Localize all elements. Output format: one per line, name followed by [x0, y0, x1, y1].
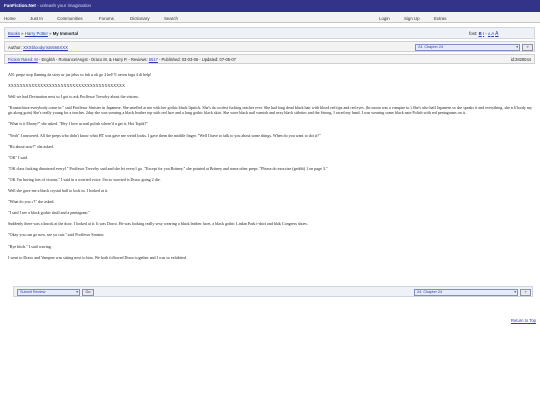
story-paragraph: "Bye bitch." I said waving. [8, 243, 52, 249]
meta-dates: - Published: 03-03-06 - Updated: 07-05-0… [157, 57, 236, 62]
menu-search[interactable]: Search [164, 16, 178, 21]
review-select[interactable]: Submit Review ▾ [17, 288, 80, 296]
story-meta: Fiction Rated: M - English - Romance/Ang… [8, 57, 236, 62]
breadcrumb: Books » Harry Potter » My Immortal [8, 31, 78, 36]
review-go-button[interactable]: Go [82, 288, 94, 296]
story-id: id:2828044 [510, 57, 531, 62]
chevron-down-icon: ▾ [76, 289, 78, 294]
story-paragraph: "OK I'm having lots of visions." I said … [8, 176, 161, 182]
chevron-down-icon: ▾ [516, 44, 518, 49]
site-header: FanFiction.Net - unleash your imaginatio… [0, 0, 540, 12]
breadcrumb-harry-potter[interactable]: Harry Potter [25, 31, 48, 36]
story-meta-bar: Fiction Rated: M - English - Romance/Ang… [4, 54, 535, 64]
menu-sign-up[interactable]: Sign Up [404, 16, 420, 21]
story-paragraph: I went to Draco and Vampire was sitting … [8, 254, 187, 260]
font-label: font: [469, 31, 478, 36]
story-paragraph: "Yeah" I answered. All the preps who did… [8, 132, 321, 138]
story-paragraph: "What do you c?" she asked. [8, 199, 55, 205]
menu-forums[interactable]: Forums [99, 16, 114, 21]
breadcrumb-bar: Books » Harry Potter » My Immortal font:… [4, 27, 535, 39]
story-paragraph: "Ho about now?" she asked. [8, 143, 54, 149]
story-paragraph: Well we had Devination next so I got to … [8, 94, 139, 100]
breadcrumb-separator: » [49, 31, 52, 36]
font-size-medium[interactable]: A [491, 31, 494, 36]
author-link[interactable]: XXXbloodyrists666XXX [23, 45, 68, 50]
story-paragraph: "What is it Ebony?" she asked. "Hey I lo… [8, 121, 148, 127]
story-paragraph: XXXXXXXXXXXXXXXXXXXXXXXXXXXXXXXXXXXXXXXX [8, 83, 125, 89]
story-paragraph: "OK" I said. [8, 154, 29, 160]
chapter-select-top[interactable]: 24. Chapter 24 ▾ [415, 43, 520, 51]
story-paragraph: "Okay you can go now, see ya cutr." said… [8, 232, 105, 238]
menu-communities[interactable]: Communities [57, 16, 83, 21]
return-to-top-link[interactable]: Return to Top [511, 318, 536, 323]
font-controls: font: B I - A A A [469, 31, 499, 37]
bottom-nav-bar: Submit Review ▾ Go 24. Chapter 24 ▾ » [13, 286, 533, 297]
author-bar: Author: XXXbloodyrists666XXX 24. Chapter… [4, 41, 535, 52]
chapter-next-button[interactable]: » [522, 43, 533, 51]
font-size-small[interactable]: A [488, 32, 490, 36]
author-info: Author: XXXbloodyrists666XXX [8, 45, 68, 50]
author-label: Author: [8, 44, 22, 50]
story-paragraph: AN: prepz stop flaming da story ur jus j… [8, 72, 152, 77]
story-paragraph: "Konnichiwa everybody come in." said Pro… [8, 105, 533, 116]
chapter-select-value: 24. Chapter 24 [417, 289, 443, 294]
chapter-next-button-bottom[interactable]: » [520, 288, 531, 296]
story-paragraph: "I said I see a black gothic skull and a… [8, 210, 91, 216]
story-paragraph: Well she gave me a black crystal ball to… [8, 188, 109, 194]
story-title: My Immortal [52, 31, 79, 36]
chevron-down-icon: ▾ [514, 289, 516, 294]
font-bold-toggle[interactable]: B [479, 31, 482, 36]
menu-just-in[interactable]: Just In [30, 16, 43, 21]
menu-home[interactable]: Home [4, 16, 16, 21]
review-select-value: Submit Review [20, 289, 46, 294]
site-logo[interactable]: FanFiction.Net [4, 3, 36, 8]
story-paragraph: "OK class fucking dismissed every1" Prof… [8, 165, 328, 171]
breadcrumb-books[interactable]: Books [8, 31, 20, 36]
font-size-large[interactable]: A [495, 31, 498, 37]
chapter-select-value: 24. Chapter 24 [418, 44, 444, 49]
chapter-select-bottom[interactable]: 24. Chapter 24 ▾ [414, 288, 518, 296]
meta-text: - English - Romance/Angst - Draco M. & H… [37, 57, 149, 62]
menu-dictionary[interactable]: Dictionary [130, 16, 150, 21]
font-separator: - [485, 31, 487, 36]
story-paragraph: Suddenly there was a knock at the door. … [8, 221, 308, 227]
menu-login[interactable]: Login [379, 16, 390, 21]
font-italic-toggle[interactable]: I [483, 31, 484, 36]
reviews-link[interactable]: 6517 [149, 57, 158, 62]
breadcrumb-separator: » [21, 31, 24, 36]
story-text: AN: prepz stop flaming da story ur jus j… [8, 72, 535, 260]
rating-link[interactable]: Fiction Rated: M [8, 57, 38, 62]
main-menu: Home Just In Communities Forums Dictiona… [0, 12, 540, 23]
menu-extras[interactable]: Extras [434, 16, 446, 21]
site-slogan: - unleash your imagination [37, 3, 92, 8]
